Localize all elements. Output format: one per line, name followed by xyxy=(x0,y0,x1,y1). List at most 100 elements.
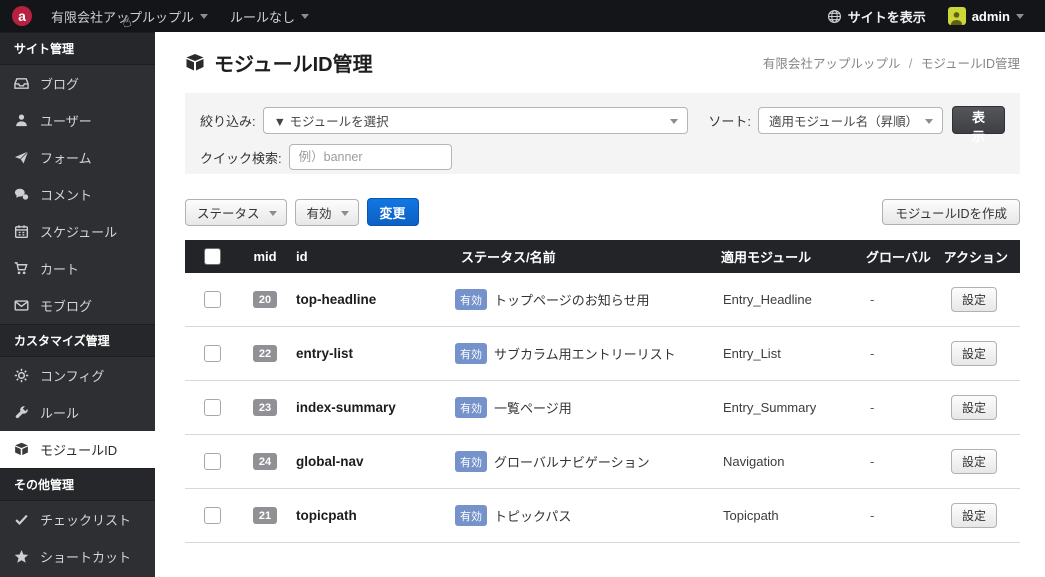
sidebar-item-schedule[interactable]: スケジュール xyxy=(0,213,155,250)
table-header-row: mid id ステータス/名前 適用モジュール グローバル アクション xyxy=(185,240,1020,273)
sidebar-item-cart[interactable]: カート xyxy=(0,250,155,287)
sort-select[interactable]: 適用モジュール名（昇順） xyxy=(758,107,943,134)
top-bar: a 有限会社アップルップル ルールなし サイトを表示 admin xyxy=(0,0,1045,32)
filter-panel: 絞り込み: ▼ モジュールを選択 ソート: 適用モジュール名（昇順） 表示 クイ… xyxy=(185,93,1020,174)
select-all-checkbox[interactable] xyxy=(204,248,221,265)
chevron-down-icon xyxy=(341,211,349,216)
filter-row-1: 絞り込み: ▼ モジュールを選択 ソート: 適用モジュール名（昇順） 表示 xyxy=(200,106,1005,134)
view-site-link[interactable]: サイトを表示 xyxy=(816,0,937,32)
sidebar-item-config[interactable]: コンフィグ xyxy=(0,357,155,394)
sidebar-item-label: カート xyxy=(40,259,79,278)
page-header: モジュールID管理 有限会社アップルップル / モジュールID管理 xyxy=(155,32,1045,93)
create-module-id-button[interactable]: モジュールIDを作成 xyxy=(882,199,1020,225)
bulk-action-row: ステータス 有効 変更 モジュールIDを作成 xyxy=(185,198,1020,226)
sort-select-value: 適用モジュール名（昇順） xyxy=(769,111,918,130)
status-badge: 有効 xyxy=(455,343,487,364)
mid-badge: 23 xyxy=(253,399,277,416)
setting-button[interactable]: 設定 xyxy=(951,395,997,420)
quick-search-label: クイック検索: xyxy=(200,148,282,167)
module-id-table: mid id ステータス/名前 適用モジュール グローバル アクション 20 t… xyxy=(185,240,1020,543)
user-name: admin xyxy=(972,9,1010,24)
breadcrumb: 有限会社アップルップル / モジュールID管理 xyxy=(763,53,1020,72)
status-select[interactable]: ステータス xyxy=(185,199,287,226)
setting-button[interactable]: 設定 xyxy=(951,449,997,474)
table-row: 23 index-summary 有効 一覧ページ用 Entry_Summary… xyxy=(185,381,1020,435)
setting-button[interactable]: 設定 xyxy=(951,503,997,528)
row-checkbox[interactable] xyxy=(204,291,221,308)
status-badge: 有効 xyxy=(455,397,487,418)
quick-search-input[interactable] xyxy=(289,144,452,170)
comments-icon xyxy=(14,187,29,202)
table-row: 22 entry-list 有効 サブカラム用エントリーリスト Entry_Li… xyxy=(185,327,1020,381)
sidebar-item-label: モブログ xyxy=(40,296,92,315)
sidebar-item-label: ルール xyxy=(40,403,79,422)
sidebar-item-moblog[interactable]: モブログ xyxy=(0,287,155,324)
cube-icon xyxy=(185,53,205,73)
topbar-right: サイトを表示 admin xyxy=(816,0,1045,32)
row-checkbox[interactable] xyxy=(204,399,221,416)
mid-badge: 22 xyxy=(253,345,277,362)
header-module: 適用モジュール xyxy=(715,247,860,266)
sidebar-item-checklist[interactable]: チェックリスト xyxy=(0,501,155,538)
module-name: トピックパス xyxy=(494,506,571,525)
site-selector-label: 有限会社アップルップル xyxy=(51,7,194,26)
sidebar-item-label: コンフィグ xyxy=(40,366,104,385)
header-mid: mid xyxy=(240,249,290,264)
user-menu[interactable]: admin xyxy=(937,0,1035,32)
mid-badge: 24 xyxy=(253,453,277,470)
site-selector[interactable]: 有限会社アップルップル xyxy=(40,0,219,32)
row-checkbox[interactable] xyxy=(204,345,221,362)
sidebar-item-form[interactable]: フォーム xyxy=(0,139,155,176)
applied-module: Navigation xyxy=(715,454,860,469)
module-name: 一覧ページ用 xyxy=(494,398,572,417)
setting-button[interactable]: 設定 xyxy=(951,341,997,366)
show-button[interactable]: 表示 xyxy=(952,106,1005,134)
sidebar-item-rule[interactable]: ルール xyxy=(0,394,155,431)
state-select[interactable]: 有効 xyxy=(295,199,359,226)
header-action: アクション xyxy=(935,247,1020,266)
person-icon xyxy=(949,10,964,25)
sidebar-item-blog[interactable]: ブログ xyxy=(0,65,155,102)
sidebar: サイト管理 ブログ ユーザー フォーム コメント スケジュール カート モブログ… xyxy=(0,32,155,577)
sidebar-item-module-id[interactable]: モジュールID xyxy=(0,431,155,468)
status-select-value: ステータス xyxy=(197,203,260,222)
main-content: モジュールID管理 有限会社アップルップル / モジュールID管理 絞り込み: … xyxy=(155,32,1045,577)
calendar-icon xyxy=(14,224,29,239)
header-status-name: ステータス/名前 xyxy=(455,247,715,266)
sidebar-item-comment[interactable]: コメント xyxy=(0,176,155,213)
apply-button[interactable]: 変更 xyxy=(367,198,419,226)
user-icon xyxy=(14,113,29,128)
state-select-value: 有効 xyxy=(307,203,332,222)
breadcrumb-parent-link[interactable]: 有限会社アップルップル xyxy=(763,57,901,71)
chevron-down-icon xyxy=(925,119,933,124)
module-id-text: index-summary xyxy=(290,400,455,415)
chevron-down-icon xyxy=(269,211,277,216)
mid-badge: 21 xyxy=(253,507,277,524)
row-checkbox[interactable] xyxy=(204,453,221,470)
chevron-down-icon xyxy=(301,14,309,19)
wrench-icon xyxy=(14,405,29,420)
breadcrumb-current: モジュールID管理 xyxy=(921,57,1020,71)
applied-module: Entry_Summary xyxy=(715,400,860,415)
setting-button[interactable]: 設定 xyxy=(951,287,997,312)
module-select[interactable]: ▼ モジュールを選択 xyxy=(263,107,689,134)
gear-icon xyxy=(14,368,29,383)
filter-row-2: クイック検索: xyxy=(200,144,1005,170)
sidebar-item-shortcut[interactable]: ショートカット xyxy=(0,538,155,575)
module-id-text: top-headline xyxy=(290,292,455,307)
chevron-down-icon xyxy=(670,119,678,124)
cart-icon xyxy=(14,261,29,276)
table-row: 20 top-headline 有効 トップページのお知らせ用 Entry_He… xyxy=(185,273,1020,327)
sidebar-item-user[interactable]: ユーザー xyxy=(0,102,155,139)
paper-plane-icon xyxy=(14,150,29,165)
sidebar-item-label: チェックリスト xyxy=(40,510,131,529)
app-logo-icon[interactable]: a xyxy=(12,6,32,26)
rule-selector[interactable]: ルールなし xyxy=(219,0,320,32)
page-title: モジュールID管理 xyxy=(185,48,373,77)
sidebar-item-label: ブログ xyxy=(40,74,79,93)
sidebar-item-label: コメント xyxy=(40,185,92,204)
row-checkbox[interactable] xyxy=(204,507,221,524)
applied-module: Entry_Headline xyxy=(715,292,860,307)
status-badge: 有効 xyxy=(455,505,487,526)
module-id-text: global-nav xyxy=(290,454,455,469)
